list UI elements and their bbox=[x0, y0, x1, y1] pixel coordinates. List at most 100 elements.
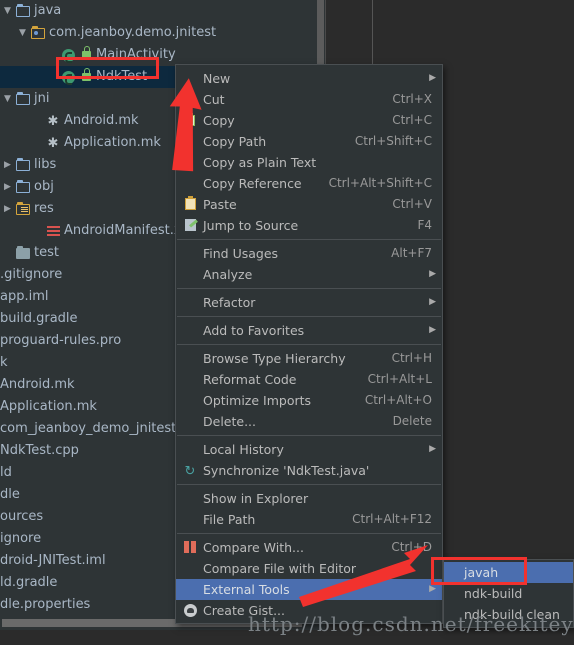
chevron-right-icon: ▶ bbox=[429, 269, 436, 279]
menu-item-label: Browse Type Hierarchy bbox=[203, 351, 346, 366]
menu-item-file-path[interactable]: File Path Ctrl+Alt+F12 bbox=[176, 509, 442, 530]
chevron-right-icon: ▶ bbox=[429, 444, 436, 454]
makefile-icon: ✱ bbox=[47, 136, 59, 151]
chevron-right-icon[interactable]: ▶ bbox=[2, 198, 13, 220]
menu-item-delete[interactable]: Delete... Delete bbox=[176, 411, 442, 432]
menu-item-shortcut: Ctrl+V bbox=[392, 197, 432, 211]
menu-item-shortcut: Ctrl+D bbox=[391, 540, 432, 554]
tree-row-label: ources bbox=[0, 509, 44, 524]
submenu-item-javah[interactable]: javah bbox=[444, 562, 573, 583]
tree-row-label: com.jeanboy.demo.jnitest bbox=[49, 25, 217, 40]
tree-row[interactable]: ▼ java bbox=[0, 0, 316, 22]
copy-icon bbox=[180, 110, 200, 131]
menu-item-label: Create Gist... bbox=[203, 603, 286, 618]
tree-row-label: proguard-rules.pro bbox=[0, 333, 122, 348]
menu-item-shortcut: Ctrl+X bbox=[392, 92, 432, 106]
menu-item-shortcut: Ctrl+C bbox=[392, 113, 432, 127]
menu-item-shortcut: Delete bbox=[392, 414, 432, 428]
menu-item-synchronize-ndktest-java[interactable]: ↻ Synchronize 'NdkTest.java' bbox=[176, 460, 442, 481]
menu-item-label: Analyze bbox=[203, 267, 253, 282]
tree-row-label: com_jeanboy_demo_jnitest_Nd bbox=[0, 421, 201, 436]
chevron-right-icon: ▶ bbox=[429, 73, 436, 83]
chevron-right-icon: ▶ bbox=[429, 325, 436, 335]
menu-item-refactor[interactable]: Refactor ▶ bbox=[176, 292, 442, 313]
menu-item-label: Optimize Imports bbox=[203, 393, 312, 408]
submenu-item-label: javah bbox=[464, 565, 499, 580]
submenu-item-ndk-build[interactable]: ndk-build bbox=[444, 583, 573, 604]
menu-item-copy[interactable]: Copy Ctrl+C bbox=[176, 110, 442, 131]
context-menu[interactable]: New ▶ ✄ Cut Ctrl+X Copy Ctrl+C Copy Path Ctrl+Sh… bbox=[175, 64, 443, 624]
menu-item-shortcut: Ctrl+Alt+L bbox=[367, 372, 432, 386]
menu-item-label: Copy as Plain Text bbox=[203, 155, 317, 170]
menu-separator bbox=[177, 316, 441, 317]
menu-separator bbox=[177, 288, 441, 289]
cut-icon: ✄ bbox=[184, 93, 196, 108]
menu-item-analyze[interactable]: Analyze ▶ bbox=[176, 264, 442, 285]
menu-item-paste[interactable]: Paste Ctrl+V bbox=[176, 194, 442, 215]
menu-item-copy-path[interactable]: Copy Path Ctrl+Shift+C bbox=[176, 131, 442, 152]
tree-row-label: res bbox=[34, 201, 54, 216]
menu-item-label: Refactor bbox=[203, 295, 256, 310]
folder-icon bbox=[15, 176, 31, 198]
menu-item-label: Find Usages bbox=[203, 246, 279, 261]
tree-row-label: .gitignore bbox=[0, 267, 63, 282]
ide-window: ▼ java ▼ com.jeanboy.demo.jnitest MainActivi… bbox=[0, 0, 574, 645]
tree-row-label: build.gradle bbox=[0, 311, 78, 326]
tree-row-label: libs bbox=[34, 157, 57, 172]
menu-item-create-gist[interactable]: Create Gist... bbox=[176, 600, 442, 621]
menu-item-label: Paste bbox=[203, 197, 237, 212]
res-folder-icon bbox=[15, 198, 31, 220]
menu-item-label: Delete... bbox=[203, 414, 256, 429]
menu-item-find-usages[interactable]: Find Usages Alt+F7 bbox=[176, 243, 442, 264]
makefile-icon: ✱ bbox=[47, 114, 59, 129]
tree-row-label: Application.mk bbox=[0, 399, 97, 414]
menu-item-local-history[interactable]: Local History ▶ bbox=[176, 439, 442, 460]
tree-row-label: MainActivity bbox=[96, 47, 176, 62]
tree-row[interactable]: MainActivity bbox=[0, 44, 316, 66]
chevron-right-icon[interactable]: ▶ bbox=[2, 176, 13, 198]
jump-icon bbox=[180, 215, 200, 236]
menu-item-copy-reference[interactable]: Copy Reference Ctrl+Alt+Shift+C bbox=[176, 173, 442, 194]
submenu-item-ndk-build-clean[interactable]: ndk-build clean bbox=[444, 604, 573, 625]
menu-item-shortcut: Alt+F7 bbox=[391, 246, 432, 260]
chevron-down-icon[interactable]: ▼ bbox=[2, 88, 13, 110]
chevron-down-icon[interactable]: ▼ bbox=[17, 22, 28, 44]
tree-row-label: Android.mk bbox=[64, 113, 139, 128]
menu-item-label: New bbox=[203, 71, 231, 86]
chevron-right-icon[interactable]: ▶ bbox=[2, 154, 13, 176]
tree-row-label: jni bbox=[34, 91, 50, 106]
package-folder-icon bbox=[30, 22, 46, 44]
menu-item-label: Local History bbox=[203, 442, 284, 457]
compare-icon bbox=[180, 537, 200, 558]
menu-item-copy-as-plain-text[interactable]: Copy as Plain Text bbox=[176, 152, 442, 173]
java-class-icon bbox=[60, 66, 76, 88]
folder-icon bbox=[15, 154, 31, 176]
menu-item-jump-to-source[interactable]: Jump to Source F4 bbox=[176, 215, 442, 236]
tree-row-label: ld bbox=[0, 465, 12, 480]
menu-item-optimize-imports[interactable]: Optimize Imports Ctrl+Alt+O bbox=[176, 390, 442, 411]
xml-file-icon bbox=[45, 220, 61, 242]
menu-item-label: External Tools bbox=[203, 582, 290, 597]
menu-item-label: Copy bbox=[203, 113, 235, 128]
menu-item-label: Copy Path bbox=[203, 134, 267, 149]
tree-row[interactable]: ▼ com.jeanboy.demo.jnitest bbox=[0, 22, 316, 44]
submenu-item-label: ndk-build bbox=[464, 586, 523, 601]
external-tools-submenu[interactable]: javah ndk-build ndk-build clean bbox=[443, 559, 574, 628]
menu-item-external-tools[interactable]: External Tools ▶ bbox=[176, 579, 442, 600]
menu-item-label: Cut bbox=[203, 92, 225, 107]
menu-item-label: Jump to Source bbox=[203, 218, 299, 233]
menu-item-shortcut: Ctrl+Shift+C bbox=[354, 134, 432, 148]
menu-item-compare-file-with-editor[interactable]: Compare File with Editor bbox=[176, 558, 442, 579]
menu-item-label: Show in Explorer bbox=[203, 491, 309, 506]
menu-item-add-to-favorites[interactable]: Add to Favorites ▶ bbox=[176, 320, 442, 341]
menu-item-new[interactable]: New ▶ bbox=[176, 68, 442, 89]
menu-item-reformat-code[interactable]: Reformat Code Ctrl+Alt+L bbox=[176, 369, 442, 390]
menu-item-label: Compare File with Editor bbox=[203, 561, 357, 576]
menu-item-cut[interactable]: ✄ Cut Ctrl+X bbox=[176, 89, 442, 110]
menu-item-compare-with[interactable]: Compare With... Ctrl+D bbox=[176, 537, 442, 558]
chevron-down-icon[interactable]: ▼ bbox=[2, 0, 13, 22]
menu-item-browse-type-hierarchy[interactable]: Browse Type Hierarchy Ctrl+H bbox=[176, 348, 442, 369]
tree-row-label: droid-JNITest.iml bbox=[0, 553, 106, 568]
sync-icon: ↻ bbox=[184, 464, 196, 479]
menu-item-show-in-explorer[interactable]: Show in Explorer bbox=[176, 488, 442, 509]
